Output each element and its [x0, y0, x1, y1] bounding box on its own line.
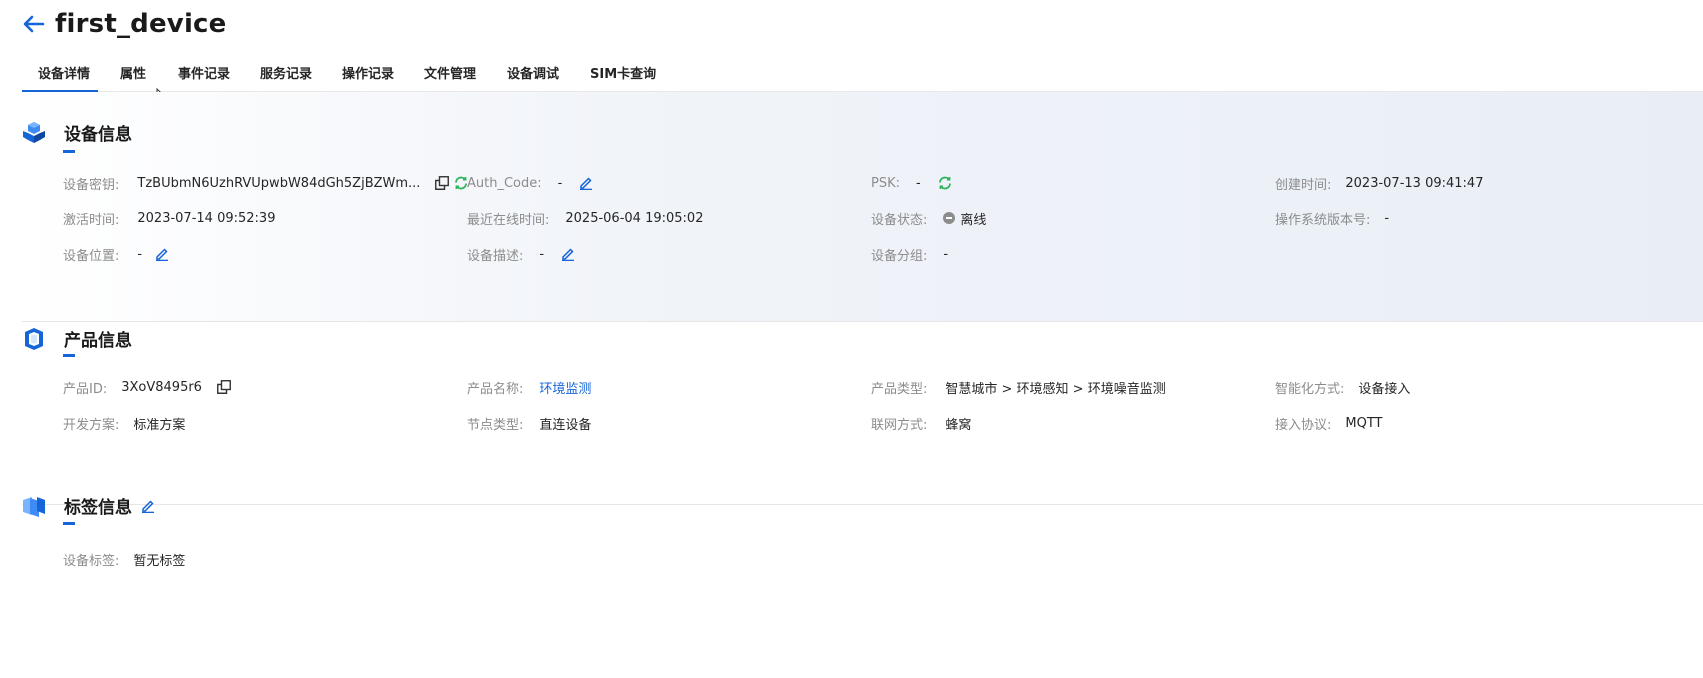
tab-event-records[interactable]: 事件记录: [178, 60, 230, 92]
auth-code-value: -: [557, 175, 563, 191]
device-group-field: 设备分组: -: [871, 244, 948, 264]
product-info-section: 产品信息 产品ID: 3XoV8495r6 产品名称: 环境监测 产品类型: 智…: [22, 327, 1703, 505]
device-status-field: 设备状态: 离线: [871, 208, 986, 228]
os-version-value: -: [1384, 210, 1390, 226]
cubes-icon: [23, 121, 45, 143]
tag-icon: [23, 496, 45, 517]
field-label: 产品类型:: [871, 381, 928, 397]
created-time-value: 2023-07-13 09:41:47: [1345, 175, 1484, 191]
device-info-header: 设备信息: [22, 120, 132, 145]
section-title-underline: [63, 150, 75, 153]
edit-icon[interactable]: [154, 246, 170, 262]
field-label: 产品名称:: [467, 381, 524, 397]
tab-sim-query[interactable]: SIM卡查询: [590, 60, 656, 92]
edit-icon[interactable]: [578, 175, 594, 191]
field-label: 设备分组:: [871, 248, 928, 264]
edit-icon[interactable]: [560, 246, 576, 262]
node-type-value: 直连设备: [539, 417, 592, 433]
section-title: 设备信息: [64, 125, 132, 145]
refresh-icon[interactable]: [937, 175, 953, 191]
access-protocol-value: MQTT: [1345, 415, 1383, 431]
tab-file-management[interactable]: 文件管理: [424, 60, 476, 92]
field-label: 智能化方式:: [1275, 381, 1345, 397]
node-type-field: 节点类型: 直连设备: [467, 413, 591, 433]
access-protocol-field: 接入协议: MQTT: [1275, 413, 1383, 433]
product-name-link[interactable]: 环境监测: [539, 378, 591, 397]
field-label: 节点类型:: [467, 417, 524, 433]
field-label: 最近在线时间:: [467, 212, 550, 228]
dev-plan-field: 开发方案: 标准方案: [63, 413, 185, 433]
product-info-header: 产品信息: [22, 326, 132, 351]
tab-bar: 设备详情 属性 事件记录 服务记录 操作记录 文件管理 设备调试 SIM卡查询: [22, 60, 1703, 92]
copy-icon[interactable]: [216, 379, 232, 395]
tag-info-section: 标签信息 设备标签: 暂无标签: [22, 496, 1703, 632]
field-label: 创建时间:: [1275, 177, 1332, 193]
device-tags-field: 设备标签: 暂无标签: [63, 549, 185, 569]
last-online-field: 最近在线时间: 2025-06-04 19:05:02: [467, 208, 703, 228]
edit-icon[interactable]: [140, 498, 156, 514]
activated-time-field: 激活时间: 2023-07-14 09:52:39: [63, 208, 275, 228]
device-location-value: -: [137, 246, 143, 262]
tag-info-header: 标签信息: [22, 493, 156, 518]
field-label: PSK:: [871, 175, 900, 191]
device-key-field: 设备密钥: TzBUbmN6UzhRVUpwbW84dGh5ZjBZWm...: [63, 173, 469, 193]
product-type-value: 智慧城市 > 环境感知 > 环境噪音监测: [945, 381, 1166, 397]
box-icon: [25, 327, 43, 350]
field-label: Auth_Code:: [467, 175, 542, 191]
offline-status-icon: [943, 212, 956, 224]
device-status-value: 离线: [960, 212, 987, 228]
field-label: 操作系统版本号:: [1275, 212, 1371, 228]
device-tags-value: 暂无标签: [133, 553, 186, 569]
product-type-field: 产品类型: 智慧城市 > 环境感知 > 环境噪音监测: [871, 377, 1166, 397]
page-header: first_device: [22, 4, 227, 44]
product-name-field: 产品名称: 环境监测: [467, 377, 591, 397]
device-location-field: 设备位置: -: [63, 244, 170, 264]
smart-mode-field: 智能化方式: 设备接入: [1275, 377, 1410, 397]
section-title: 标签信息: [64, 498, 132, 518]
device-description-value: -: [539, 246, 545, 262]
os-version-field: 操作系统版本号: -: [1275, 208, 1389, 228]
psk-field: PSK: -: [871, 173, 953, 193]
field-label: 设备标签:: [63, 553, 120, 569]
section-title: 产品信息: [64, 331, 132, 351]
network-mode-field: 联网方式: 蜂窝: [871, 413, 971, 433]
copy-icon[interactable]: [434, 175, 450, 191]
field-label: 设备位置:: [63, 248, 120, 264]
field-label: 设备密钥:: [63, 177, 120, 193]
created-time-field: 创建时间: 2023-07-13 09:41:47: [1275, 173, 1483, 193]
tab-device-debug[interactable]: 设备调试: [507, 60, 559, 92]
field-label: 设备描述:: [467, 248, 524, 264]
smart-mode-value: 设备接入: [1358, 381, 1411, 397]
device-info-section: 设备信息 设备密钥: TzBUbmN6UzhRVUpwbW84dGh5ZjBZW…: [22, 92, 1703, 322]
section-title-underline: [63, 354, 75, 357]
field-label: 开发方案:: [63, 417, 120, 433]
auth-code-field: Auth_Code: -: [467, 173, 594, 193]
last-online-value: 2025-06-04 19:05:02: [565, 210, 704, 226]
product-id-value: 3XoV8495r6: [121, 379, 202, 395]
activated-time-value: 2023-07-14 09:52:39: [137, 210, 276, 226]
section-title-underline: [63, 522, 75, 525]
field-label: 设备状态:: [871, 212, 928, 228]
page-title: first_device: [55, 9, 227, 39]
dev-plan-value: 标准方案: [133, 417, 186, 433]
psk-value: -: [916, 175, 921, 191]
field-label: 激活时间:: [63, 212, 120, 228]
status-badge: 离线: [943, 209, 986, 228]
tab-properties[interactable]: 属性: [120, 60, 146, 92]
network-mode-value: 蜂窝: [945, 417, 972, 433]
field-label: 接入协议:: [1275, 417, 1332, 433]
device-key-value: TzBUbmN6UzhRVUpwbW84dGh5ZjBZWm...: [137, 175, 421, 191]
arrow-left-icon[interactable]: [22, 12, 46, 36]
device-group-value: -: [943, 246, 949, 262]
tab-operation-records[interactable]: 操作记录: [342, 60, 394, 92]
tab-service-records[interactable]: 服务记录: [260, 60, 312, 92]
device-description-field: 设备描述: -: [467, 244, 576, 264]
field-label: 产品ID:: [63, 381, 108, 397]
field-label: 联网方式:: [871, 417, 928, 433]
product-id-field: 产品ID: 3XoV8495r6: [63, 377, 232, 397]
tab-device-details[interactable]: 设备详情: [22, 60, 98, 92]
